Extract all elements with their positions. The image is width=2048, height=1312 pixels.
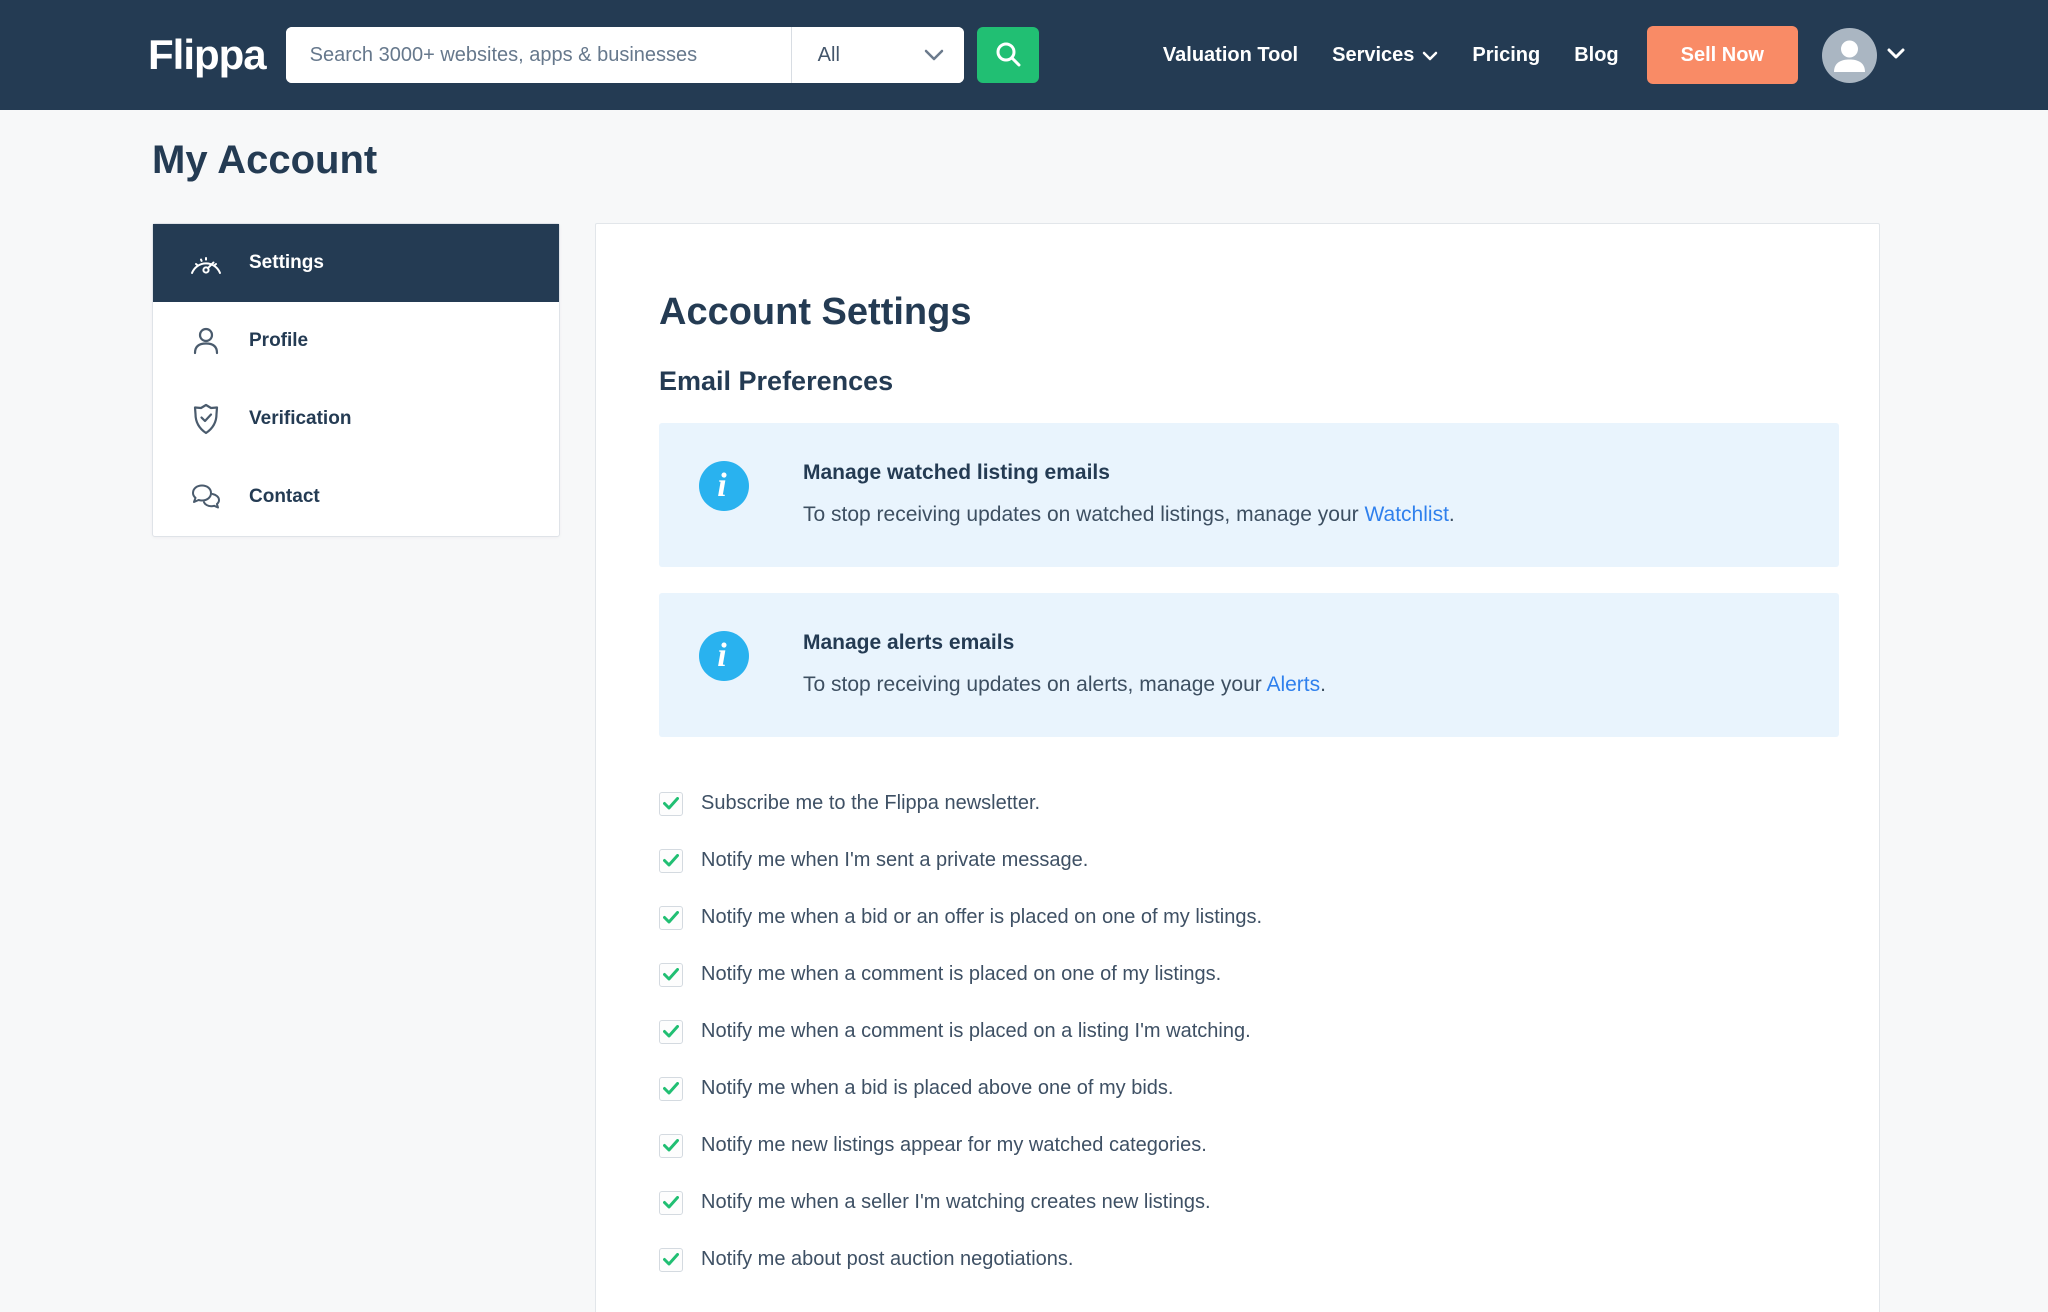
search-icon (994, 40, 1022, 71)
sidebar-item-label: Contact (249, 486, 320, 507)
search-category-select[interactable]: All (790, 27, 964, 83)
info-box-title: Manage watched listing emails (803, 461, 1110, 484)
nav-link-label: Pricing (1472, 43, 1541, 66)
checkbox-seller-new-listings[interactable] (659, 1190, 683, 1215)
search-button[interactable] (976, 27, 1039, 83)
nav-link-blog[interactable]: Blog (1574, 44, 1618, 67)
info-box-title: Manage alerts emails (803, 631, 1015, 654)
checkbox-label: Notify me when a bid or an offer is plac… (701, 906, 1263, 928)
checkbox-row: Notify me when a comment is placed on a … (659, 1003, 1879, 1060)
checkbox-label: Notify me when I'm sent a private messag… (701, 849, 1089, 871)
sell-now-button[interactable]: Sell Now (1646, 26, 1798, 84)
sidebar-item-label: Profile (249, 330, 309, 351)
gauge-icon (186, 250, 226, 276)
info-text-before: To stop receiving updates on alerts, man… (803, 673, 1267, 696)
info-icon: i (699, 631, 749, 681)
checkbox-new-listings-categories[interactable] (659, 1133, 683, 1158)
flippa-logo[interactable]: Flippa (148, 31, 267, 79)
checkbox-row: Notify me when a bid is placed above one… (659, 1060, 1879, 1117)
checkbox-comment-my-listings[interactable] (659, 962, 683, 987)
account-settings-panel: Account Settings Email Preferences i Man… (595, 223, 1880, 1312)
account-sidebar: Settings Profile Verification Contact (152, 223, 560, 537)
nav-link-label: Blog (1574, 43, 1619, 66)
checkbox-bid-offer-my-listings[interactable] (659, 905, 683, 930)
checkbox-row: Subscribe me to the Flippa newsletter. (659, 775, 1879, 832)
checkbox-private-message[interactable] (659, 848, 683, 873)
checkbox-label: Notify me new listings appear for my wat… (701, 1134, 1207, 1156)
checkbox-newsletter[interactable] (659, 791, 683, 816)
alerts-link[interactable]: Alerts (1266, 673, 1320, 696)
checkbox-label: Notify me about post auction negotiation… (701, 1248, 1074, 1270)
nav-link-services[interactable]: Services (1332, 44, 1438, 67)
checkbox-label: Notify me when a comment is placed on a … (701, 1020, 1251, 1042)
page-title: My Account (152, 138, 378, 182)
info-box-alerts: i Manage alerts emails To stop receiving… (659, 593, 1839, 737)
sidebar-item-profile[interactable]: Profile (153, 302, 559, 380)
nav-link-valuation-tool[interactable]: Valuation Tool (1163, 44, 1298, 67)
nav-link-label: Valuation Tool (1162, 43, 1299, 66)
account-menu[interactable] (1822, 27, 1905, 83)
info-box-watched-listings: i Manage watched listing emails To stop … (659, 423, 1839, 567)
chat-bubbles-icon (186, 483, 226, 511)
info-text-after: . (1448, 503, 1455, 526)
chevron-down-icon (1422, 44, 1438, 67)
nav-links: Valuation Tool Services Pricing Blog (1163, 44, 1619, 67)
user-icon (186, 326, 226, 356)
shield-check-icon (186, 403, 226, 435)
panel-title: Account Settings (659, 291, 972, 333)
section-title: Email Preferences (659, 366, 894, 396)
nav-link-label: Services (1332, 43, 1415, 66)
checkbox-row: Notify me when a bid or an offer is plac… (659, 889, 1879, 946)
checkbox-comment-watching[interactable] (659, 1019, 683, 1044)
info-icon: i (699, 461, 749, 511)
chevron-down-icon (1887, 46, 1905, 64)
top-navbar: Flippa All Valuation Tool Services (0, 0, 2048, 110)
sidebar-item-verification[interactable]: Verification (153, 380, 559, 458)
checkbox-row: Notify me when I'm sent a private messag… (659, 832, 1879, 889)
checkbox-label: Notify me when a comment is placed on on… (701, 963, 1222, 985)
email-preferences-list: Subscribe me to the Flippa newsletter. N… (659, 775, 1879, 1288)
info-text-after: . (1320, 673, 1326, 696)
sidebar-item-label: Verification (249, 408, 352, 429)
checkbox-label: Notify me when a seller I'm watching cre… (701, 1191, 1211, 1213)
search-group: All (285, 27, 964, 83)
chevron-down-icon (924, 44, 944, 67)
sidebar-item-settings[interactable]: Settings (153, 224, 559, 302)
search-category-value: All (817, 43, 840, 66)
watchlist-link[interactable]: Watchlist (1365, 503, 1449, 526)
user-avatar-icon (1822, 27, 1877, 83)
checkbox-row: Notify me new listings appear for my wat… (659, 1117, 1879, 1174)
checkbox-label: Subscribe me to the Flippa newsletter. (701, 792, 1041, 814)
sidebar-item-contact[interactable]: Contact (153, 458, 559, 536)
checkbox-post-auction[interactable] (659, 1247, 683, 1272)
checkbox-row: Notify me when a comment is placed on on… (659, 946, 1879, 1003)
search-input[interactable] (285, 27, 791, 83)
info-box-text: To stop receiving updates on watched lis… (803, 503, 1455, 527)
nav-link-pricing[interactable]: Pricing (1472, 44, 1540, 67)
checkbox-label: Notify me when a bid is placed above one… (701, 1077, 1174, 1099)
checkbox-row: Notify me when a seller I'm watching cre… (659, 1174, 1879, 1231)
sidebar-item-label: Settings (249, 252, 324, 273)
info-box-text: To stop receiving updates on alerts, man… (803, 673, 1326, 697)
checkbox-bid-above-mine[interactable] (659, 1076, 683, 1101)
info-text-before: To stop receiving updates on watched lis… (803, 503, 1365, 526)
checkbox-row: Notify me about post auction negotiation… (659, 1231, 1879, 1288)
